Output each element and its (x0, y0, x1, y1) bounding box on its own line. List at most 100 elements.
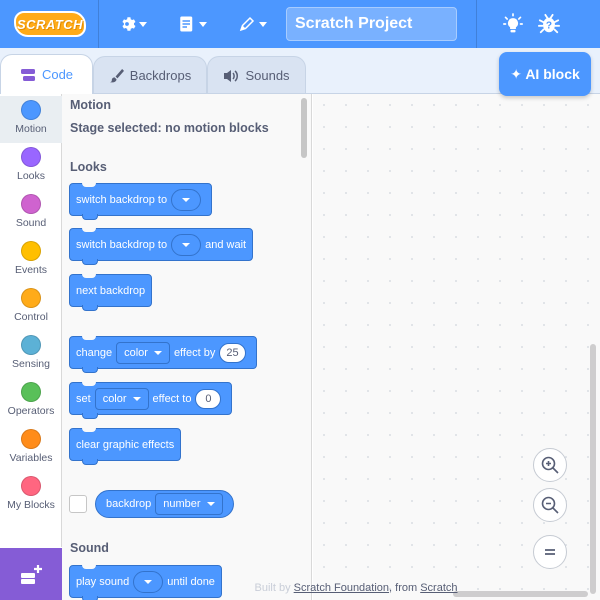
category-label: Control (14, 311, 48, 323)
tab-code[interactable]: Code (0, 54, 93, 94)
file-menu-button[interactable] (178, 12, 207, 36)
debug-button[interactable]: ? (538, 12, 560, 36)
switch-backdrop-and-wait-block[interactable]: switch backdrop to and wait (69, 228, 254, 265)
switch-backdrop-block[interactable]: switch backdrop to (69, 183, 213, 220)
backdrop-monitor-checkbox[interactable] (69, 495, 87, 513)
equals-icon (545, 549, 555, 555)
lightbulb-icon (503, 13, 523, 33)
category-my-blocks[interactable]: My Blocks (0, 472, 62, 519)
category-label: Sensing (12, 358, 50, 370)
footer-text: , from (389, 582, 418, 594)
zoom-in-icon (541, 456, 559, 474)
tab-sounds[interactable]: Sounds (207, 56, 306, 94)
category-events[interactable]: Events (0, 237, 62, 284)
motion-heading: Motion (70, 98, 111, 112)
category-label: Operators (7, 405, 55, 417)
category-label: Events (14, 264, 48, 276)
looks-heading: Looks (70, 160, 107, 174)
clear-graphic-effects-block[interactable]: clear graphic effects (69, 428, 182, 465)
add-extension-icon (21, 564, 42, 584)
tab-label: Backdrops (129, 68, 192, 83)
category-color-dot (21, 429, 41, 449)
dropdown-value: number (163, 498, 201, 510)
dropdown-value: color (102, 392, 127, 405)
zoom-reset-button[interactable] (533, 535, 567, 569)
category-color-dot (21, 241, 41, 261)
category-sound[interactable]: Sound (0, 190, 62, 237)
backdrop-attribute-dropdown[interactable]: number (155, 493, 223, 515)
dropdown-arrow-icon (153, 350, 162, 355)
backdrop-dropdown[interactable] (171, 188, 202, 211)
block-text: effect to (152, 392, 192, 405)
tab-label: Sounds (245, 68, 290, 83)
category-color-dot (21, 147, 41, 167)
zoom-out-button[interactable] (533, 488, 567, 522)
settings-menu-button[interactable] (118, 12, 147, 36)
change-effect-block[interactable]: change color effect by 25 (69, 336, 257, 373)
effect-dropdown[interactable]: color (116, 341, 170, 364)
block-text: switch backdrop to (76, 193, 168, 206)
menu-divider (98, 0, 99, 48)
dropdown-arrow-icon (182, 197, 191, 202)
add-extension-button[interactable] (0, 548, 62, 600)
category-motion[interactable]: Motion (0, 96, 62, 143)
effect-dropdown[interactable]: color (94, 387, 149, 410)
next-backdrop-block[interactable]: next backdrop (69, 274, 153, 311)
set-effect-block[interactable]: set color effect to 0 (69, 382, 233, 419)
footer-text: Built by (254, 582, 291, 594)
block-text: switch backdrop to (76, 238, 168, 251)
chevron-down-icon (199, 21, 207, 27)
block-palette: Motion Stage selected: no motion blocks … (62, 94, 312, 600)
paintbrush-icon (109, 68, 124, 83)
scratch-foundation-link[interactable]: Scratch Foundation (294, 582, 389, 594)
pencil-icon (239, 16, 255, 32)
tab-label: Code (41, 67, 74, 82)
block-text: next backdrop (76, 284, 146, 297)
backdrop-dropdown[interactable] (171, 233, 202, 256)
category-menu: Motion Looks Sound Events Control Sensing Oper… (0, 94, 62, 547)
category-looks[interactable]: Looks (0, 143, 62, 190)
svg-text:?: ? (546, 21, 552, 32)
category-sensing[interactable]: Sensing (0, 331, 62, 378)
palette-scrollbar[interactable] (301, 98, 307, 158)
code-blocks-icon (20, 68, 36, 82)
dropdown-arrow-icon (132, 396, 141, 401)
category-color-dot (21, 194, 41, 214)
category-label: Looks (16, 170, 46, 182)
footer-credit: xxxxxxxxxxxxxxxxxxxxxxxxxxxxxxxxxxxBuilt… (62, 582, 462, 594)
effect-amount-input[interactable]: 25 (219, 342, 246, 363)
file-icon (180, 16, 193, 32)
category-label: My Blocks (7, 499, 55, 511)
script-workspace[interactable] (313, 94, 600, 600)
block-text: and wait (205, 238, 247, 251)
theme-toggle-button[interactable] (503, 12, 523, 36)
edit-menu-button[interactable] (238, 12, 267, 36)
category-color-dot (21, 100, 41, 120)
category-control[interactable]: Control (0, 284, 62, 331)
gear-icon (122, 17, 136, 31)
tab-backdrops[interactable]: Backdrops (93, 56, 207, 94)
category-operators[interactable]: Operators (0, 378, 62, 425)
scratch-logo[interactable]: SCRATCH (14, 11, 86, 37)
menu-divider (476, 0, 477, 48)
zoom-in-button[interactable] (533, 448, 567, 482)
block-text: set (76, 392, 91, 405)
category-color-dot (21, 335, 41, 355)
category-label: Sound (15, 217, 47, 229)
scratch-link[interactable]: Scratch (420, 582, 457, 594)
ai-block-button[interactable]: ✦ AI block (499, 52, 591, 96)
category-variables[interactable]: Variables (0, 425, 62, 472)
sound-heading: Sound (70, 541, 109, 555)
dropdown-value: color (124, 346, 148, 359)
block-text: clear graphic effects (76, 438, 175, 451)
speaker-icon (223, 69, 239, 83)
backdrop-reporter-block[interactable]: backdrop number (95, 490, 234, 518)
workspace-horizontal-scrollbar[interactable] (453, 591, 588, 597)
project-title-input[interactable] (286, 7, 457, 41)
category-label: Variables (9, 452, 53, 464)
effect-value-input[interactable]: 0 (195, 388, 222, 409)
dropdown-arrow-icon (182, 242, 191, 247)
category-color-dot (21, 382, 41, 402)
workspace-vertical-scrollbar[interactable] (590, 344, 596, 594)
category-color-dot (21, 288, 41, 308)
